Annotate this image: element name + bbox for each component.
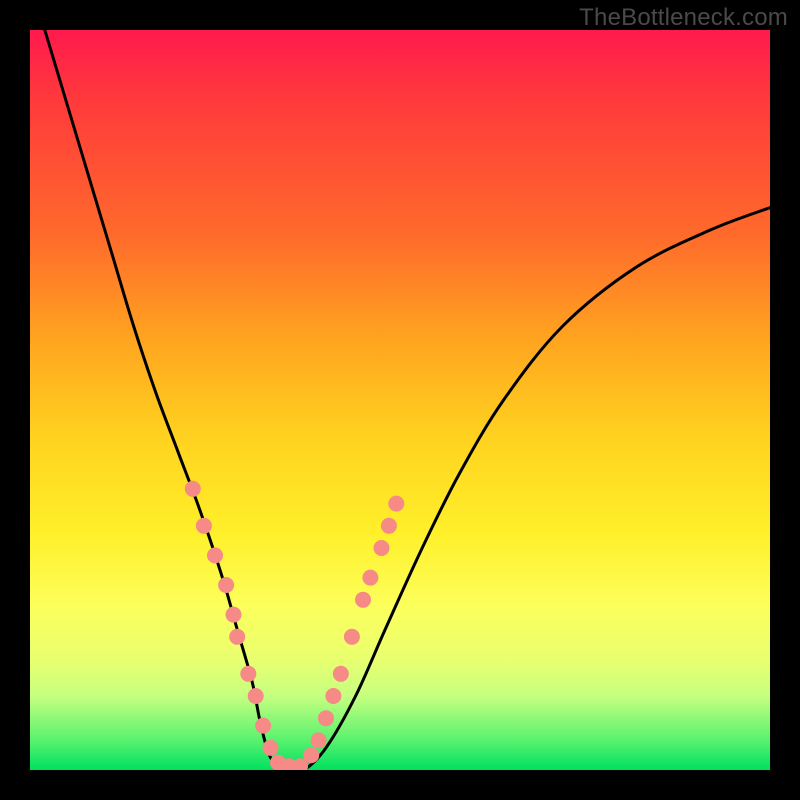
chart-frame: TheBottleneck.com	[0, 0, 800, 800]
chart-svg	[30, 30, 770, 770]
highlight-dot	[344, 629, 360, 645]
highlight-dot	[303, 747, 319, 763]
highlight-dot	[325, 688, 341, 704]
highlight-dot	[355, 592, 371, 608]
highlight-dot	[388, 496, 404, 512]
highlight-dot	[381, 518, 397, 534]
highlight-dots	[185, 481, 404, 770]
highlight-dot	[333, 666, 349, 682]
highlight-dot	[196, 518, 212, 534]
plot-area	[30, 30, 770, 770]
highlight-dot	[255, 718, 271, 734]
highlight-dot	[318, 710, 334, 726]
highlight-dot	[226, 607, 242, 623]
highlight-dot	[374, 540, 390, 556]
highlight-dot	[185, 481, 201, 497]
highlight-dot	[311, 732, 327, 748]
highlight-dot	[248, 688, 264, 704]
highlight-dot	[207, 547, 223, 563]
watermark-text: TheBottleneck.com	[579, 4, 788, 32]
highlight-dot	[263, 740, 279, 756]
highlight-dot	[362, 570, 378, 586]
highlight-dot	[240, 666, 256, 682]
highlight-dot	[218, 577, 234, 593]
bottleneck-curve	[45, 30, 770, 770]
highlight-dot	[229, 629, 245, 645]
